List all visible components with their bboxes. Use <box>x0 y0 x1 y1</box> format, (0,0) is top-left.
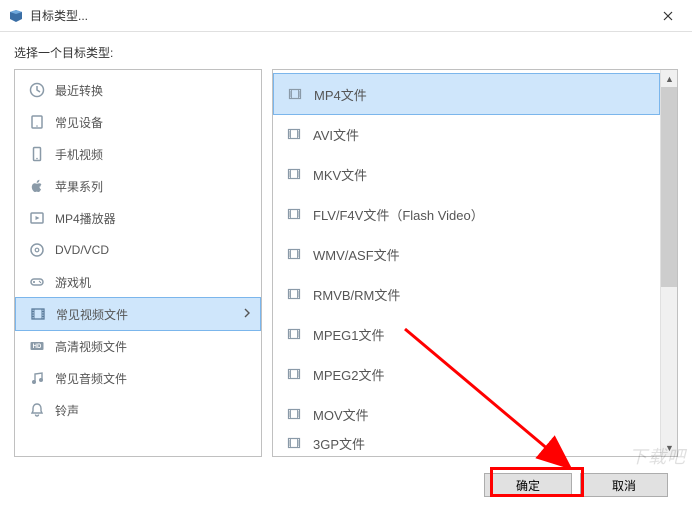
category-label: 常见音频文件 <box>55 370 127 387</box>
format-label: FLV/F4V文件（Flash Video） <box>313 205 484 224</box>
scroll-up-button[interactable]: ▲ <box>661 70 678 87</box>
category-item[interactable]: 游戏机 <box>15 266 261 298</box>
format-label: MOV文件 <box>313 405 369 424</box>
film-icon <box>285 325 303 343</box>
format-item[interactable]: RMVB/RM文件 <box>273 274 660 314</box>
apple-icon <box>27 176 47 196</box>
format-panel: MP4文件 AVI文件 MKV文件 FLV/F4V文件（Flash Video） WMV… <box>272 69 678 457</box>
format-item[interactable]: MOV文件 <box>273 394 660 434</box>
category-label: 最近转换 <box>55 82 103 99</box>
film-icon <box>285 285 303 303</box>
category-item[interactable]: 常见视频文件 <box>15 297 261 331</box>
format-item[interactable]: 3GP文件 <box>273 434 660 450</box>
phone-icon <box>27 144 47 164</box>
category-label: 高清视频文件 <box>55 338 127 355</box>
category-label: 游戏机 <box>55 274 91 291</box>
format-item[interactable]: AVI文件 <box>273 114 660 154</box>
scroll-thumb[interactable] <box>661 87 678 287</box>
film-icon <box>285 365 303 383</box>
film-icon <box>285 125 303 143</box>
format-item[interactable]: MP4文件 <box>273 73 660 115</box>
cancel-button[interactable]: 取消 <box>580 473 668 497</box>
category-item[interactable]: MP4播放器 <box>15 202 261 234</box>
format-label: AVI文件 <box>313 125 359 144</box>
category-label: 苹果系列 <box>55 178 103 195</box>
format-label: MP4文件 <box>314 85 367 104</box>
bell-icon <box>27 400 47 420</box>
film-icon <box>285 434 303 450</box>
format-label: MPEG1文件 <box>313 325 385 344</box>
app-icon <box>8 8 24 24</box>
category-panel: 最近转换常见设备手机视频苹果系列 MP4播放器 DVD/VCD 游戏机常见视频文件 HD… <box>14 69 262 457</box>
format-label: MKV文件 <box>313 165 367 184</box>
title-bar: 目标类型... <box>0 0 692 32</box>
scrollbar[interactable]: ▲ ▼ <box>660 70 677 456</box>
category-item[interactable]: 苹果系列 <box>15 170 261 202</box>
film-icon <box>285 205 303 223</box>
film-icon <box>285 245 303 263</box>
ok-button[interactable]: 确定 <box>484 473 572 497</box>
category-label: MP4播放器 <box>55 210 116 227</box>
category-item[interactable]: 常见音频文件 <box>15 362 261 394</box>
category-label: 手机视频 <box>55 146 103 163</box>
category-item[interactable]: HD 高清视频文件 <box>15 330 261 362</box>
format-item[interactable]: MKV文件 <box>273 154 660 194</box>
svg-text:HD: HD <box>33 344 42 350</box>
tablet-icon <box>27 112 47 132</box>
category-item[interactable]: 铃声 <box>15 394 261 426</box>
film-icon <box>28 304 48 324</box>
disc-icon <box>27 240 47 260</box>
format-label: WMV/ASF文件 <box>313 245 400 264</box>
format-item[interactable]: WMV/ASF文件 <box>273 234 660 274</box>
category-item[interactable]: 手机视频 <box>15 138 261 170</box>
prompt-label: 选择一个目标类型: <box>14 44 678 61</box>
format-item[interactable]: MPEG1文件 <box>273 314 660 354</box>
category-label: 铃声 <box>55 402 79 419</box>
clock-icon <box>27 80 47 100</box>
category-label: DVD/VCD <box>55 243 109 257</box>
close-button[interactable] <box>652 2 684 30</box>
window-title: 目标类型... <box>30 7 88 24</box>
format-label: 3GP文件 <box>313 434 365 450</box>
category-label: 常见视频文件 <box>56 306 128 323</box>
category-item[interactable]: DVD/VCD <box>15 234 261 266</box>
hd-icon: HD <box>27 336 47 356</box>
format-item[interactable]: FLV/F4V文件（Flash Video） <box>273 194 660 234</box>
chevron-right-icon <box>244 307 250 321</box>
category-item[interactable]: 常见设备 <box>15 106 261 138</box>
player-icon <box>27 208 47 228</box>
format-label: MPEG2文件 <box>313 365 385 384</box>
format-item[interactable]: MPEG2文件 <box>273 354 660 394</box>
gamepad-icon <box>27 272 47 292</box>
film-icon <box>286 85 304 103</box>
music-icon <box>27 368 47 388</box>
format-label: RMVB/RM文件 <box>313 285 400 304</box>
category-item[interactable]: 最近转换 <box>15 74 261 106</box>
category-label: 常见设备 <box>55 114 103 131</box>
film-icon <box>285 405 303 423</box>
film-icon <box>285 165 303 183</box>
scroll-down-button[interactable]: ▼ <box>661 439 678 456</box>
